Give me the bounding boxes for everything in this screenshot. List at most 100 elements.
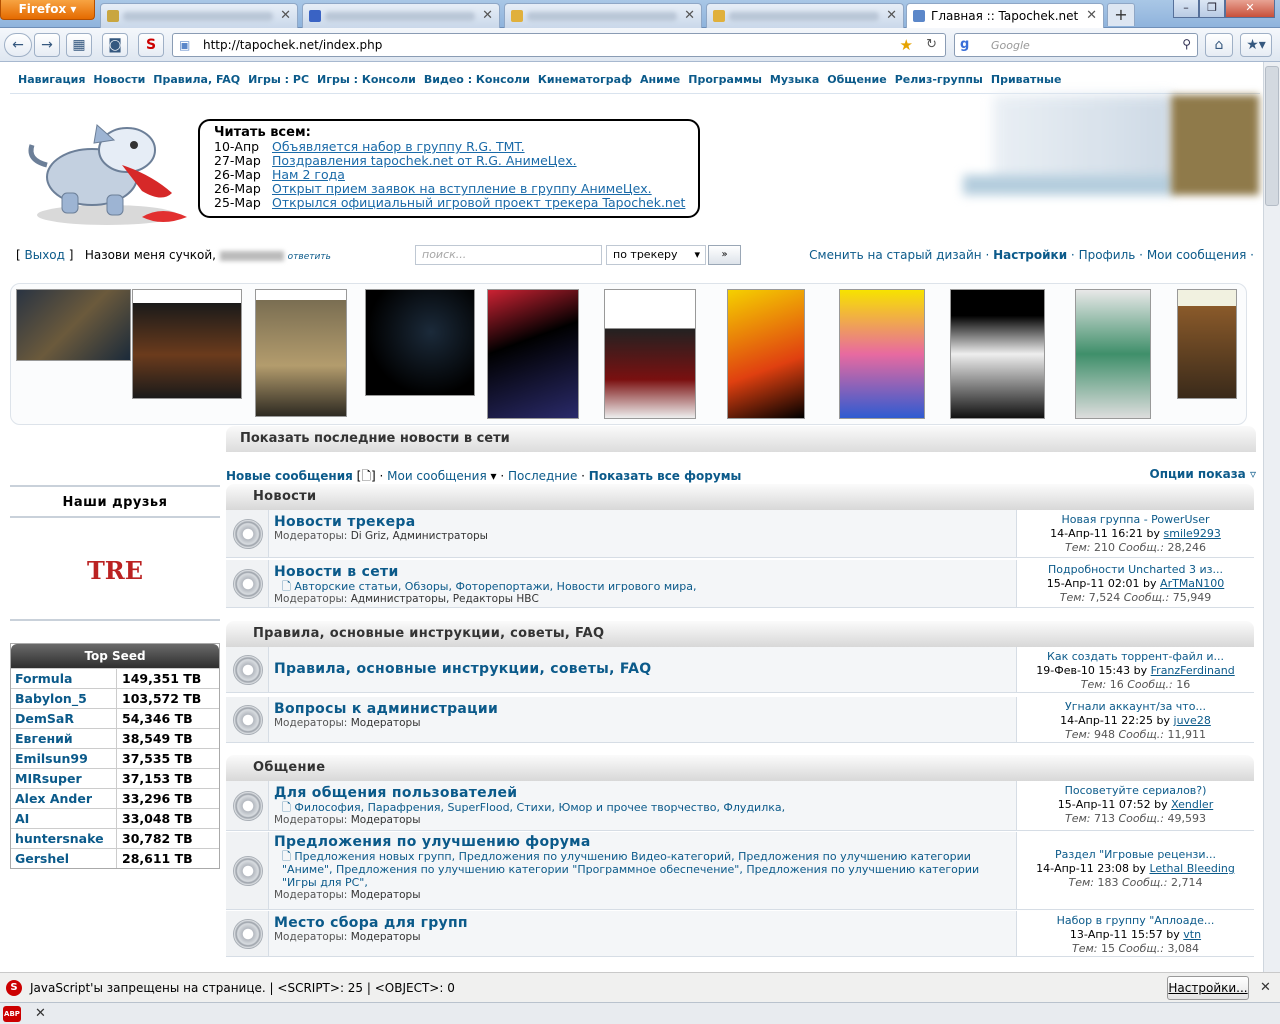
forum-title-link[interactable]: Новости в сети: [274, 564, 1014, 580]
close-icon[interactable]: ✕: [886, 8, 897, 23]
close-window-button[interactable]: ✕: [1225, 0, 1275, 18]
top-seed-user-link[interactable]: DemSaR: [11, 709, 117, 728]
apps-icon[interactable]: ▦: [66, 33, 92, 57]
top-seed-user-link[interactable]: Alex Ander: [11, 789, 117, 808]
last-post-title-link[interactable]: Новая группа - PowerUser: [1017, 513, 1254, 527]
back-button[interactable]: ←: [4, 33, 32, 57]
scrollbar-thumb[interactable]: [1265, 66, 1279, 206]
tab[interactable]: ✕: [706, 3, 904, 28]
subforum-links[interactable]: Предложения новых групп, Предложения по …: [282, 850, 979, 889]
menu-item[interactable]: Релиз-группы: [895, 73, 983, 86]
cover-image[interactable]: [1177, 289, 1237, 399]
last-post-title-link[interactable]: Как создать торрент-файл и...: [1017, 650, 1254, 664]
menu-item[interactable]: Видео : Консоли: [424, 73, 530, 86]
cover-image[interactable]: [950, 289, 1045, 419]
top-seed-user-link[interactable]: Emilsun99: [11, 749, 117, 768]
announcement-link[interactable]: Нам 2 года: [272, 167, 345, 182]
moderators-names[interactable]: Модераторы: [351, 931, 421, 943]
cover-image[interactable]: [1075, 289, 1151, 419]
last-post-title-link[interactable]: Угнали аккаунт/за что...: [1017, 700, 1254, 714]
profile-link[interactable]: Профиль: [1079, 248, 1136, 262]
search-bar[interactable]: g Google ⚲: [954, 33, 1198, 57]
announcement-link[interactable]: Открылся официальный игровой проект трек…: [272, 195, 685, 210]
last-post-title-link[interactable]: Набор в группу "Аплоаде...: [1017, 914, 1254, 928]
top-seed-user-link[interactable]: Formula: [11, 669, 117, 688]
menu-item[interactable]: Навигация: [18, 73, 85, 86]
close-icon[interactable]: ✕: [482, 8, 493, 23]
reply-link[interactable]: ответить: [288, 252, 331, 262]
category-header[interactable]: Правила, основные инструкции, советы, FA…: [226, 621, 1254, 647]
menu-item[interactable]: Программы: [688, 73, 762, 86]
moderators-names[interactable]: Модераторы: [351, 814, 421, 826]
top-seed-user-link[interactable]: AI: [11, 809, 117, 828]
last-post-user-link[interactable]: ArTMaN100: [1160, 577, 1224, 590]
my-messages-link[interactable]: Мои сообщения: [1147, 248, 1247, 262]
settings-button[interactable]: Настройки...: [1167, 976, 1249, 1000]
cover-image[interactable]: [839, 289, 925, 419]
forum-title-link[interactable]: Вопросы к администрации: [274, 701, 1014, 717]
menu-item[interactable]: Игры : PC: [248, 73, 309, 86]
last-post-user-link[interactable]: vtn: [1183, 928, 1201, 941]
menu-item[interactable]: Приватные: [991, 73, 1062, 86]
new-posts-link[interactable]: Новые сообщения: [226, 469, 353, 483]
tab[interactable]: ✕: [302, 3, 500, 28]
cover-image[interactable]: [132, 289, 242, 399]
category-header[interactable]: Новости: [226, 484, 1254, 510]
noscript-icon[interactable]: S: [138, 33, 164, 57]
announcement-link[interactable]: Поздравления tapochek.net от R.G. АнимеЦ…: [272, 153, 577, 168]
latest-news-toggle[interactable]: Показать последние новости в сети: [226, 426, 1256, 452]
forum-title-link[interactable]: Место сбора для групп: [274, 915, 1014, 931]
forum-title-link[interactable]: Предложения по улучшению форума: [274, 834, 1014, 850]
tab-active[interactable]: Главная :: Tapochek.net ✕: [906, 3, 1104, 28]
moderators-names[interactable]: Di Griz, Администраторы: [351, 530, 488, 542]
last-post-user-link[interactable]: FranzFerdinand: [1151, 664, 1235, 677]
url-bar[interactable]: ▣ http://tapochek.net/index.php ★ ↻: [172, 33, 946, 57]
tab[interactable]: ✕: [100, 3, 298, 28]
search-icon[interactable]: ⚲: [1182, 37, 1191, 51]
last-post-user-link[interactable]: Lethal Bleeding: [1149, 862, 1234, 875]
cover-image[interactable]: [365, 289, 475, 396]
moderators-names[interactable]: Модераторы: [351, 889, 421, 901]
adblock-icon[interactable]: ABP: [3, 1006, 21, 1022]
top-seed-user-link[interactable]: huntersnake: [11, 829, 117, 848]
forum-title-link[interactable]: Правила, основные инструкции, советы, FA…: [274, 661, 1014, 677]
my-posts-link[interactable]: Мои сообщения: [387, 469, 487, 483]
logout-link[interactable]: Выход: [25, 248, 65, 262]
site-search-input[interactable]: поиск...: [415, 245, 602, 265]
bookmarks-menu-icon[interactable]: ★▾: [1240, 33, 1272, 57]
search-go-button[interactable]: »: [708, 245, 741, 265]
last-post-user-link[interactable]: Xendler: [1171, 798, 1213, 811]
old-design-link[interactable]: Сменить на старый дизайн: [809, 248, 981, 262]
moderators-names[interactable]: Администраторы, Редакторы НВС: [351, 593, 539, 605]
search-scope-select[interactable]: по трекеру ▾: [606, 245, 706, 265]
menu-item[interactable]: Правила, FAQ: [153, 73, 240, 86]
friend-logo[interactable]: TRE: [65, 556, 165, 585]
firefox-menu-button[interactable]: Firefox ▾: [0, 0, 95, 20]
top-seed-user-link[interactable]: Babylon_5: [11, 689, 117, 708]
settings-link[interactable]: Настройки: [993, 248, 1067, 262]
top-seed-user-link[interactable]: Gershel: [11, 849, 117, 868]
top-seed-user-link[interactable]: Евгений: [11, 729, 117, 748]
screenshot-icon[interactable]: ◙: [102, 33, 128, 57]
cover-image[interactable]: [487, 289, 579, 419]
announcement-link[interactable]: Открыт прием заявок на вступление в груп…: [272, 181, 652, 196]
google-icon[interactable]: g: [960, 37, 969, 52]
bookmark-star-icon[interactable]: ★: [900, 36, 913, 54]
last-post-title-link[interactable]: Посоветуйте сериалов?): [1017, 784, 1254, 798]
cover-image[interactable]: [16, 289, 131, 361]
category-header[interactable]: Общение: [226, 755, 1254, 781]
last-post-user-link[interactable]: juve28: [1174, 714, 1211, 727]
reload-icon[interactable]: ↻: [926, 37, 937, 52]
announcement-link[interactable]: Объявляется набор в группу R.G. TMT.: [272, 139, 525, 154]
banner-image[interactable]: [963, 95, 1259, 195]
close-icon[interactable]: ✕: [1086, 8, 1097, 23]
menu-item[interactable]: Игры : Консоли: [317, 73, 416, 86]
cover-image[interactable]: [727, 289, 805, 419]
menu-item[interactable]: Аниме: [640, 73, 680, 86]
forward-button[interactable]: →: [34, 33, 60, 57]
last-post-user-link[interactable]: smile9293: [1164, 527, 1221, 540]
menu-item[interactable]: Музыка: [770, 73, 819, 86]
close-icon[interactable]: ✕: [35, 1006, 46, 1021]
page-scrollbar[interactable]: [1263, 62, 1280, 972]
last-post-title-link[interactable]: Подробности Uncharted 3 из...: [1017, 563, 1254, 577]
